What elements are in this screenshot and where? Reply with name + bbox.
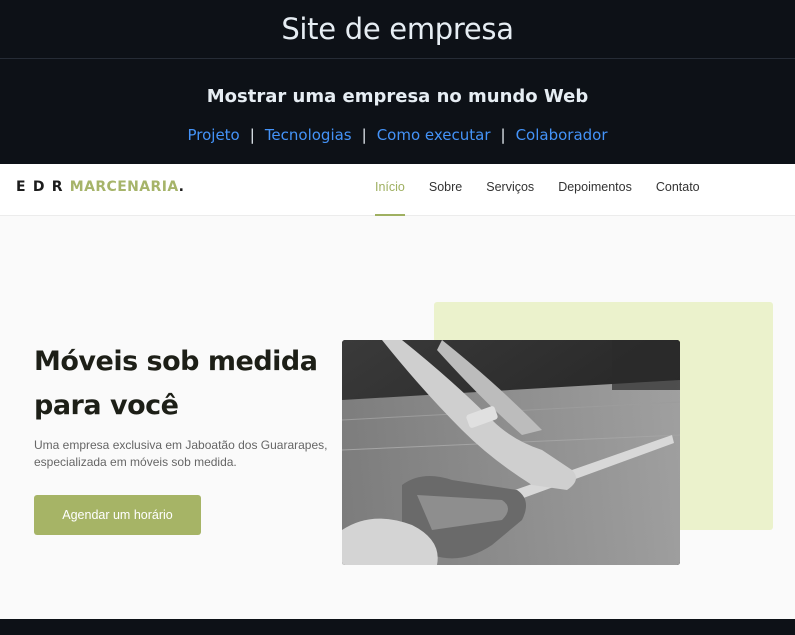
hero-title: Móveis sob medida para você [34,346,318,421]
logo-initials: E D R [16,179,70,195]
link-tecnologias[interactable]: Tecnologias [265,126,352,144]
site-logo[interactable]: E D R MARCENARIA. [16,179,185,195]
nav-item-depoimentos[interactable]: Depoimentos [558,164,632,216]
link-separator: | [249,126,255,144]
link-projeto[interactable]: Projeto [187,126,239,144]
hero-image [342,340,680,565]
hero-description: Uma empresa exclusiva em Jaboatão dos Gu… [34,438,328,469]
nav-item-inicio[interactable]: Início [375,164,405,216]
readme-nav-links: Projeto | Tecnologias | Como executar | Colabo… [0,126,795,144]
link-separator: | [361,126,367,144]
logo-dot: . [178,179,186,195]
footer-strip [0,619,795,635]
readme-header: Site de empresa [0,0,795,59]
nav-item-servicos[interactable]: Serviços [486,164,534,216]
readme-subtitle: Mostrar uma empresa no mundo Web [206,86,589,107]
nav-item-contato[interactable]: Contato [656,164,700,216]
page-title: Site de empresa [281,12,514,46]
link-como-executar[interactable]: Como executar [377,126,491,144]
nav-item-sobre[interactable]: Sobre [429,164,462,216]
site-nav-menu: Início Sobre Serviços Depoimentos Contat… [375,164,724,216]
link-colaborador[interactable]: Colaborador [516,126,608,144]
schedule-button[interactable]: Agendar um horário [34,495,201,535]
site-screenshot: E D R MARCENARIA. Início Sobre Serviços … [0,164,795,619]
site-navbar: E D R MARCENARIA. Início Sobre Serviços … [0,164,795,216]
logo-brand: MARCENARIA [69,179,179,195]
link-separator: | [500,126,506,144]
